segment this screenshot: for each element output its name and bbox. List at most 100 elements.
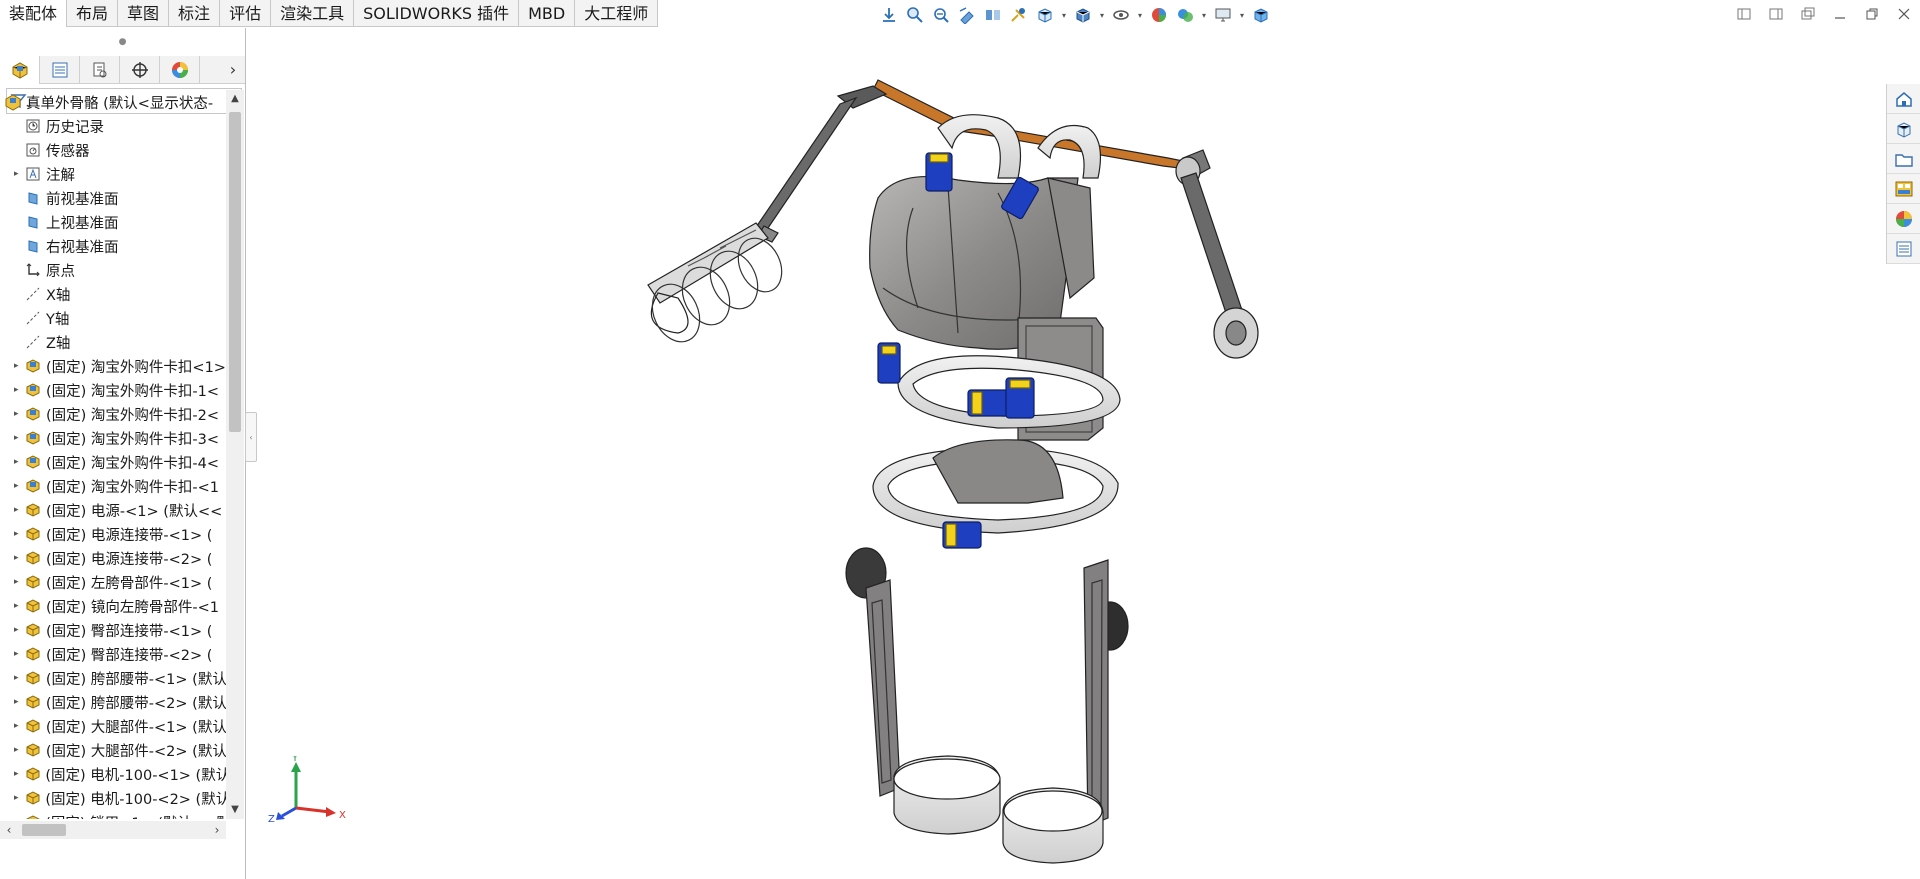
tree-item[interactable]: ▸ (固定) 淘宝外购件卡扣-2< [0,402,226,426]
expand-arrow-icon[interactable]: ▸ [14,769,24,779]
dimxpert-manager-tab[interactable] [120,55,160,84]
tree-item[interactable]: ▸ (固定) 胯部腰带-<2> (默认 [0,690,226,714]
zoom-to-area-icon[interactable] [904,4,926,26]
scroll-thumb[interactable] [229,112,241,432]
ribbon-tab-8[interactable]: 大工程师 [575,0,659,27]
tree-horizontal-scrollbar[interactable]: ‹ › [0,821,226,839]
apply-scene-icon[interactable] [1174,4,1196,26]
expand-arrow-icon[interactable]: ▸ [14,793,24,803]
view-orientation-dropdown-icon[interactable]: ▾ [1060,11,1068,20]
close-icon[interactable] [1894,4,1914,24]
tree-item[interactable]: ▸ (固定) 淘宝外购件卡扣-<1 [0,474,226,498]
tree-item[interactable]: ▸ 注解 [0,162,226,186]
tree-item[interactable]: ▸ (固定) 淘宝外购件卡扣-3< [0,426,226,450]
expand-arrow-icon[interactable]: ▸ [14,649,24,659]
expand-arrow-icon[interactable]: ▸ [14,673,24,683]
tree-item[interactable]: Y轴 [0,306,226,330]
ribbon-tab-5[interactable]: 渲染工具 [271,0,355,27]
expand-arrow-icon[interactable]: ▸ [14,697,24,707]
scroll-down-icon[interactable]: ▼ [226,801,244,819]
tree-item[interactable]: 右视基准面 [0,234,226,258]
section-view-icon[interactable] [956,4,978,26]
expand-arrow-icon[interactable]: ▸ [14,625,24,635]
zoom-to-fit-icon[interactable] [878,4,900,26]
scroll-up-icon[interactable]: ▲ [226,90,244,108]
ribbon-tab-7[interactable]: MBD [519,0,576,27]
expand-arrow-icon[interactable]: ▸ [14,457,24,467]
graphics-area[interactable] [258,28,1878,879]
hscroll-thumb[interactable] [22,824,66,836]
ribbon-tab-6[interactable]: SOLIDWORKS 插件 [354,0,520,27]
tree-item[interactable]: ▸ (固定) 大腿部件-<1> (默认 [0,714,226,738]
ribbon-tab-3[interactable]: 标注 [169,0,221,27]
tree-item[interactable]: 传感器 [0,138,226,162]
tree-item[interactable]: ▸ (固定) 胯部腰带-<1> (默认 [0,666,226,690]
expand-arrow-icon[interactable]: ▸ [14,745,24,755]
property-manager-tab[interactable] [40,55,80,84]
tree-item[interactable]: ▸ (固定) 电源连接带-<1> ( [0,522,226,546]
display-style-dropdown-icon[interactable]: ▾ [1098,11,1106,20]
hide-show-items-icon[interactable] [1110,4,1132,26]
tree-vertical-scrollbar[interactable]: ▲ ▼ [226,90,244,819]
tree-item[interactable]: ▸ (固定) 锁甲<1> (默认<<默 [0,810,226,819]
dynamic-annotation-icon[interactable] [982,4,1004,26]
expand-arrow-icon[interactable]: ▸ [14,817,24,819]
expand-arrow-icon[interactable]: ▸ [14,505,24,515]
panel-collapse-handle[interactable]: ‹ [245,412,257,462]
tree-item[interactable]: ▸ (固定) 电源-<1> (默认<< [0,498,226,522]
hide-show-dropdown-icon[interactable]: ▾ [1136,11,1144,20]
expand-arrow-icon[interactable]: ▸ [14,577,24,587]
tree-item[interactable]: ▸ (固定) 淘宝外购件卡扣<1> [0,354,226,378]
tree-item[interactable]: ▸ (固定) 臀部连接带-<2> ( [0,642,226,666]
tree-item[interactable]: 上视基准面 [0,210,226,234]
expand-arrow-icon[interactable]: ▸ [14,601,24,611]
tree-item[interactable]: ▸ (固定) 臀部连接带-<1> ( [0,618,226,642]
expand-arrow-icon[interactable]: ▸ [14,169,24,179]
tree-item[interactable]: ▸ (固定) 电机-100-<2> (默认 [0,786,226,810]
expand-arrow-icon[interactable]: ▸ [14,529,24,539]
panel-left-icon[interactable] [1734,4,1754,24]
scroll-right-icon[interactable]: › [208,821,226,839]
custom-properties-tab[interactable] [1887,234,1920,264]
view-setting-icon[interactable] [1008,4,1030,26]
tree-item[interactable]: ▸ (固定) 大腿部件-<2> (默认 [0,738,226,762]
tile-windows-icon[interactable] [1798,4,1818,24]
ribbon-tab-0[interactable]: 装配体 [0,0,68,27]
view-palette-tab[interactable] [1887,174,1920,204]
tree-item[interactable]: Z轴 [0,330,226,354]
expand-arrow-icon[interactable]: ▸ [14,433,24,443]
view-settings-dropdown-icon[interactable]: ▾ [1238,11,1246,20]
view-settings-monitor-icon[interactable] [1212,4,1234,26]
ribbon-tab-4[interactable]: 评估 [220,0,272,27]
solidworks-resources-tab[interactable] [1887,84,1920,114]
minimize-icon[interactable] [1830,4,1850,24]
tree-item[interactable]: X轴 [0,282,226,306]
expand-arrow-icon[interactable]: ▸ [14,409,24,419]
realview-cube-icon[interactable] [1250,4,1272,26]
view-orientation-icon[interactable] [1034,4,1056,26]
restore-icon[interactable] [1862,4,1882,24]
panel-right-icon[interactable] [1766,4,1786,24]
tree-item[interactable]: ▸ (固定) 左胯骨部件-<1> ( [0,570,226,594]
tree-item[interactable]: 原点 [0,258,226,282]
display-manager-tab[interactable] [160,55,200,84]
tree-item[interactable]: ▸ (固定) 电机-100-<1> (默认 [0,762,226,786]
feature-manager-tab[interactable] [0,55,40,84]
exoskeleton-model[interactable] [643,79,1259,864]
tree-item[interactable]: ▸ (固定) 淘宝外购件卡扣-1< [0,378,226,402]
design-library-tab[interactable] [1887,114,1920,144]
configuration-manager-tab[interactable] [80,55,120,84]
previous-view-icon[interactable] [930,4,952,26]
more-tabs-chevron-icon[interactable]: › [221,60,245,79]
file-explorer-tab[interactable] [1887,144,1920,174]
expand-arrow-icon[interactable]: ▸ [14,385,24,395]
expand-arrow-icon[interactable]: ▸ [14,553,24,563]
apply-scene-dropdown-icon[interactable]: ▾ [1200,11,1208,20]
panel-grip[interactable]: ● [0,28,245,56]
tree-item[interactable]: 前视基准面 [0,186,226,210]
tree-root-assembly[interactable]: 真单外骨骼 (默认<显示状态- [0,90,226,114]
expand-arrow-icon[interactable]: ▸ [14,721,24,731]
display-style-icon[interactable] [1072,4,1094,26]
ribbon-tab-2[interactable]: 草图 [118,0,170,27]
ribbon-tab-1[interactable]: 布局 [67,0,119,27]
